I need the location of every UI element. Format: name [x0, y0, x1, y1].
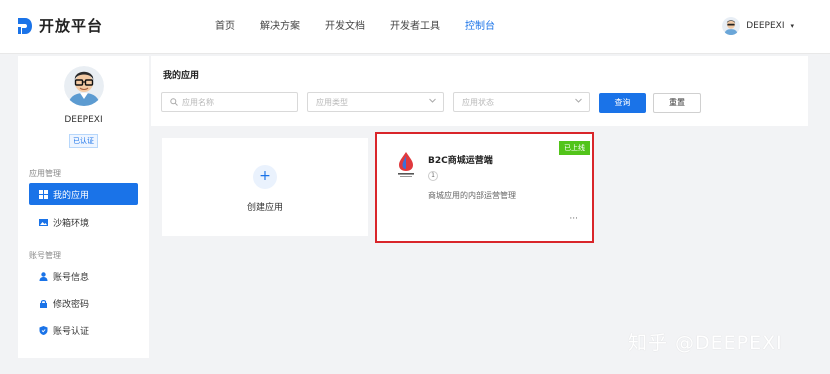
profile-avatar[interactable]: [64, 66, 104, 106]
group-title-app-management: 应用管理: [29, 169, 61, 178]
nav-item-console[interactable]: 控制台: [465, 0, 495, 54]
nav-item-docs[interactable]: 开发文档: [325, 0, 365, 54]
app-status-placeholder: 应用状态: [462, 97, 494, 107]
nav-item-home[interactable]: 首页: [215, 0, 235, 54]
app-name-placeholder: 应用名称: [182, 97, 214, 107]
app-card[interactable]: B2C商城运营端 已上线 1 商城应用的内部运营管理 ···: [375, 132, 594, 243]
reset-button[interactable]: 重置: [653, 93, 701, 113]
app-status-select[interactable]: 应用状态: [453, 92, 590, 112]
chevron-down-icon: [428, 96, 437, 108]
username: DEEPEXI: [746, 21, 785, 31]
sidebar-item-label: 账号认证: [53, 326, 90, 337]
user-menu[interactable]: DEEPEXI ▾: [722, 17, 794, 35]
brand-name: 开放平台: [39, 17, 104, 35]
chevron-down-icon: [574, 96, 583, 108]
more-icon[interactable]: ···: [569, 214, 578, 224]
sidebar-item-my-apps[interactable]: 我的应用: [29, 183, 138, 205]
image-icon: [39, 218, 48, 227]
lock-icon: [39, 299, 48, 308]
app-count-badge: 1: [428, 171, 438, 181]
verified-badge: 已认证: [69, 134, 98, 148]
app-title: B2C商城运营端: [428, 156, 493, 166]
search-icon: [170, 98, 178, 106]
app-logo-icon: [395, 151, 417, 179]
create-app-label: 创建应用: [246, 203, 283, 213]
shield-icon: [39, 325, 48, 335]
sidebar-item-change-password[interactable]: 修改密码: [29, 292, 138, 314]
sidebar-item-sandbox[interactable]: 沙箱环境: [29, 211, 138, 233]
filter-panel: 我的应用 应用名称 应用类型 应用状态 查询 重置: [151, 56, 808, 126]
main-nav: 首页 解决方案 开发文档 开发者工具 控制台: [215, 0, 520, 54]
nav-item-solutions[interactable]: 解决方案: [260, 0, 300, 54]
brand-logo-icon: [16, 16, 34, 36]
chevron-down-icon: ▾: [790, 22, 794, 30]
sidebar-item-account-verification[interactable]: 账号认证: [29, 319, 138, 341]
group-title-account-management: 账号管理: [29, 251, 61, 260]
avatar: [722, 17, 741, 35]
watermark: 知乎 @DEEPEXI: [628, 332, 783, 354]
app-type-select[interactable]: 应用类型: [307, 92, 444, 112]
grid-icon: [39, 189, 48, 199]
sidebar-item-label: 沙箱环境: [53, 218, 90, 229]
profile-name: DEEPEXI: [64, 115, 103, 125]
app-type-placeholder: 应用类型: [316, 97, 348, 107]
status-badge: 已上线: [559, 141, 590, 155]
plus-icon: +: [253, 165, 277, 189]
sidebar-item-label: 我的应用: [53, 190, 90, 201]
app-name-search-input[interactable]: 应用名称: [161, 92, 298, 112]
sidebar: DEEPEXI 已认证 应用管理 我的应用 沙箱环境 账号管理 账号信息 修改密…: [18, 56, 149, 358]
user-icon: [39, 271, 48, 281]
create-app-card[interactable]: + 创建应用: [162, 138, 368, 236]
page-title: 我的应用: [163, 71, 200, 81]
top-navbar: 开放平台 首页 解决方案 开发文档 开发者工具 控制台 DEEPEXI ▾: [0, 0, 830, 54]
sidebar-item-account-info[interactable]: 账号信息: [29, 265, 138, 287]
nav-item-dev-tools[interactable]: 开发者工具: [390, 0, 440, 54]
query-button[interactable]: 查询: [599, 93, 646, 113]
sidebar-item-label: 修改密码: [53, 299, 90, 310]
brand-logo[interactable]: 开放平台: [16, 15, 103, 36]
sidebar-item-label: 账号信息: [53, 272, 90, 283]
app-description: 商城应用的内部运营管理: [428, 191, 516, 200]
